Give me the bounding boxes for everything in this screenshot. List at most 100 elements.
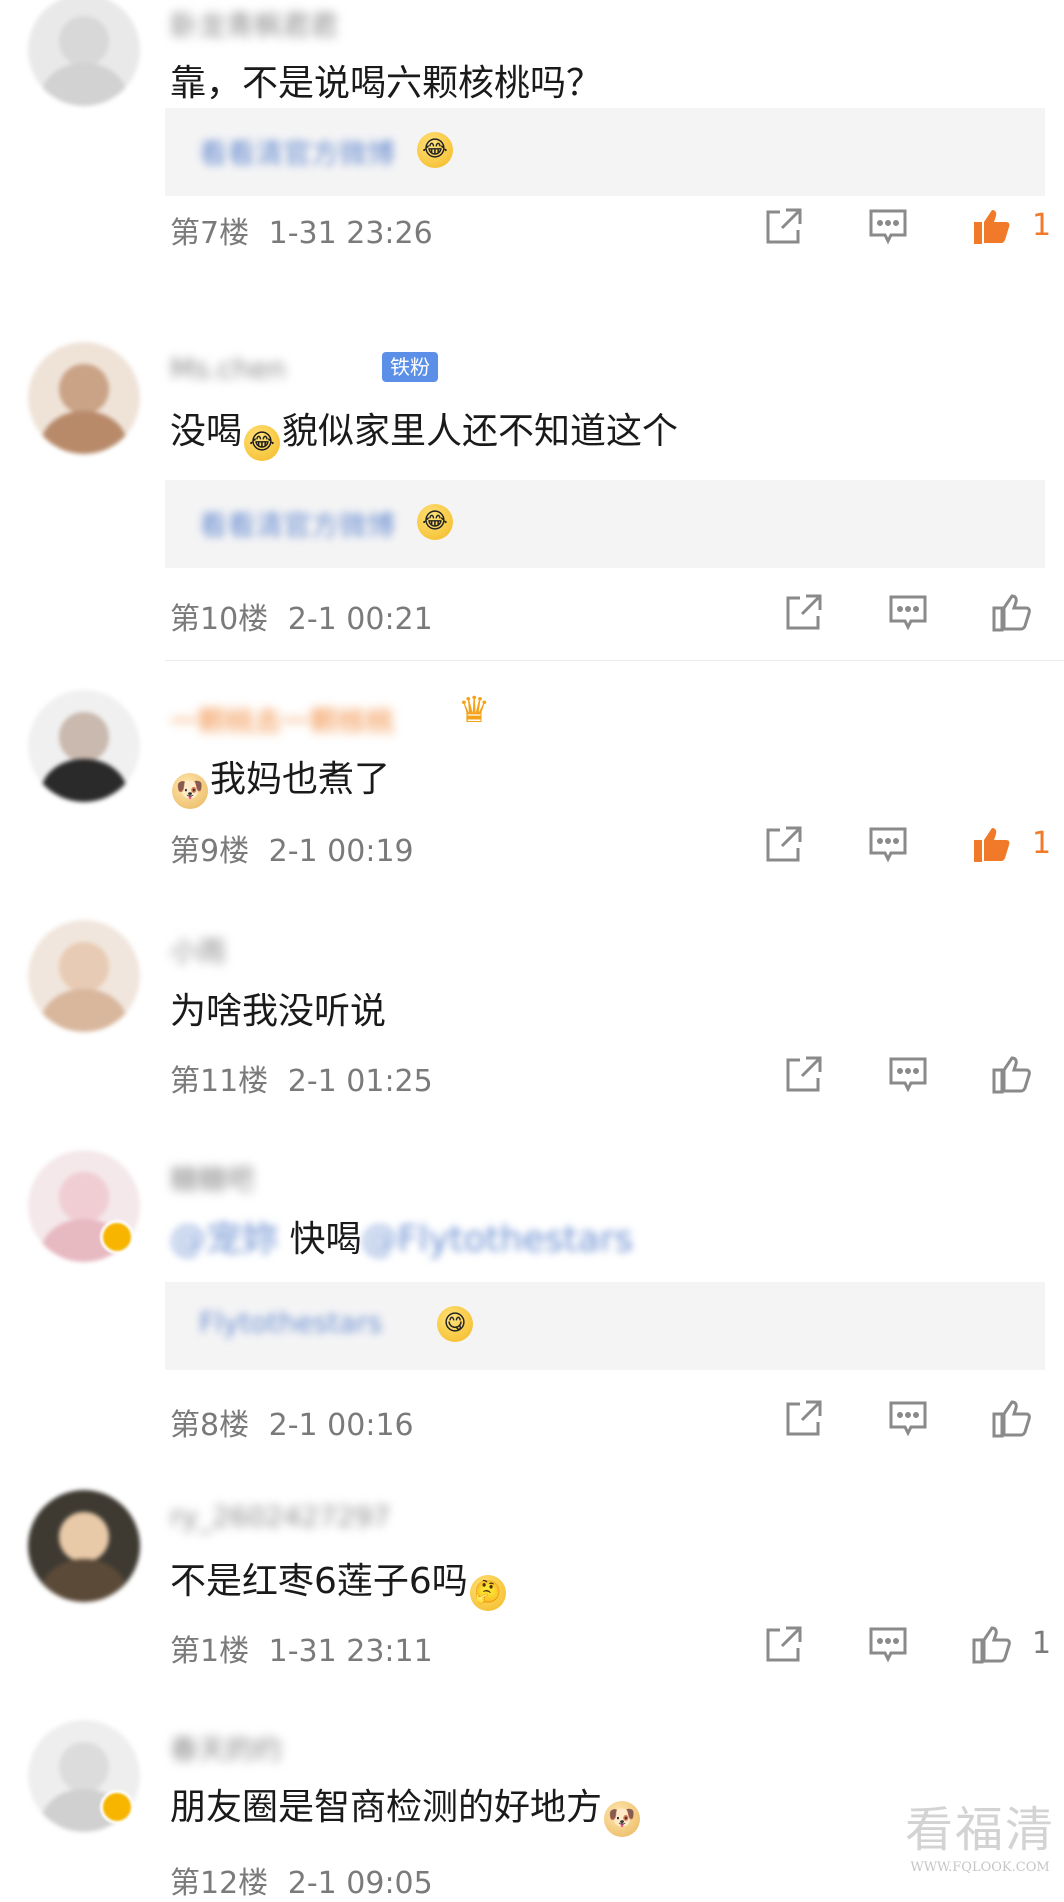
like-count: 1 (1032, 826, 1052, 861)
comment-item: 小雨 为啥我没听说 第11楼 2-1 01:25 (0, 920, 1064, 1120)
like-button[interactable] (990, 1396, 1034, 1440)
like-button[interactable] (990, 590, 1034, 634)
thumbs-up-icon (992, 1056, 1031, 1094)
laugh-cry-emoji: 😂 (244, 425, 281, 461)
comment-item: ry_2602427297 不是红枣6莲子6吗 🤔 第1楼 1-31 23:11 … (0, 1490, 1064, 1690)
floor-number: 第10楼 (170, 602, 269, 637)
comment-icon (869, 827, 907, 863)
comment-text: 不是红枣6莲子6吗 🤔 (170, 1552, 508, 1611)
username[interactable]: Ms.chen (170, 352, 286, 386)
comment-text-part: 朋友圈是智商检测的好地方 (170, 1787, 603, 1828)
username[interactable]: 春天的约 (170, 1728, 282, 1766)
timestamp: 2-1 09:05 (287, 1866, 433, 1901)
mention-link[interactable]: @宠妳 (170, 1219, 278, 1260)
floor-number: 第9楼 (170, 834, 250, 869)
doge-emoji: 🐶 (604, 1801, 641, 1837)
watermark-logo: 看福清 (904, 1802, 1055, 1858)
username[interactable]: 一颗桃去一颗核桃 (170, 700, 394, 738)
reply-button[interactable] (886, 1052, 930, 1096)
username[interactable]: 小雨 (170, 930, 226, 968)
avatar[interactable] (28, 690, 140, 802)
reply-button[interactable] (886, 590, 930, 634)
share-icon (766, 208, 802, 244)
avatar[interactable] (28, 920, 140, 1032)
thumbs-up-icon (974, 210, 1010, 244)
timestamp: 2-1 00:16 (268, 1408, 414, 1443)
comment-item: 一颗桃去一颗核桃 ♛ 🐶 我妈也煮了 第9楼 2-1 00:19 1 (0, 690, 1064, 890)
timestamp: 2-1 00:21 (287, 602, 433, 637)
mention-link[interactable]: @Flytothestars (361, 1219, 633, 1260)
floor-number: 第11楼 (170, 1064, 269, 1099)
comment-meta: 第10楼 2-1 00:21 (170, 594, 433, 638)
comment-icon (869, 1627, 907, 1663)
reply-preview[interactable]: 看看清官方微博 😂 (165, 480, 1045, 568)
username[interactable]: ry_2602427297 (170, 1500, 390, 1534)
verified-icon (100, 1220, 134, 1254)
comment-icon (869, 209, 907, 245)
thinking-emoji: 🤔 (469, 1575, 506, 1611)
comment-item: 糖糖吧 @宠妳 快喝@Flytothestars Flytothestars 😋… (0, 1150, 1064, 1450)
comment-icon (889, 595, 927, 631)
reply-button[interactable] (866, 204, 910, 248)
laugh-cry-emoji: 😂 (417, 504, 453, 540)
like-button[interactable] (970, 204, 1014, 248)
comment-text: 为啥我没听说 (170, 991, 387, 1032)
comment-item: 卧龙青枫君君 靠，不是说喝六颗核桃吗？ 看看清官方微博 😂 第7楼 1-31 2… (0, 0, 1064, 260)
crown-icon: ♛ (458, 690, 491, 731)
thumbs-up-icon (972, 1626, 1011, 1664)
share-icon (766, 826, 802, 862)
share-icon (766, 1626, 802, 1662)
comment-text: 靠，不是说喝六颗核桃吗？ (170, 63, 603, 104)
like-count: 1 (1032, 1626, 1052, 1661)
timestamp: 1-31 23:26 (268, 216, 433, 251)
reply-author: 看看清官方微博 (199, 137, 396, 170)
comment-text: 朋友圈是智商检测的好地方 🐶 (170, 1778, 642, 1837)
comment-text-part: 我妈也煮了 (210, 759, 391, 800)
watermark-url: WWW.FQLOOK.COM (910, 1860, 1050, 1875)
reply-button[interactable] (886, 1396, 930, 1440)
share-button[interactable] (782, 1052, 826, 1096)
like-button[interactable] (970, 1622, 1014, 1666)
comment-text-part: 貌似家里人还不知道这个 (282, 411, 679, 452)
comment-icon (889, 1057, 927, 1093)
floor-number: 第8楼 (170, 1408, 250, 1443)
comment-text: @宠妳 快喝@Flytothestars (170, 1210, 633, 1262)
reply-button[interactable] (866, 822, 910, 866)
share-icon (786, 1056, 822, 1092)
comment-meta: 第8楼 2-1 00:16 (170, 1400, 414, 1444)
avatar[interactable] (28, 0, 140, 106)
comment-icon (889, 1401, 927, 1437)
verified-icon (100, 1790, 134, 1824)
yum-emoji: 😋 (437, 1306, 473, 1342)
comment-text: 没喝 😂 貌似家里人还不知道这个 (170, 402, 678, 461)
comment-text-part: 没喝 (170, 411, 243, 452)
reply-author: Flytothestars (199, 1306, 383, 1339)
share-button[interactable] (782, 1396, 826, 1440)
reply-preview[interactable]: Flytothestars 😋 (165, 1282, 1045, 1370)
comment-meta: 第12楼 2-1 09:05 (170, 1858, 433, 1902)
share-button[interactable] (762, 1622, 806, 1666)
reply-preview[interactable]: 看看清官方微博 😂 (165, 108, 1045, 196)
avatar[interactable] (28, 342, 140, 454)
username[interactable]: 糖糖吧 (170, 1158, 254, 1196)
share-button[interactable] (762, 822, 806, 866)
share-button[interactable] (782, 590, 826, 634)
comment-meta: 第1楼 1-31 23:11 (170, 1626, 433, 1670)
like-button[interactable] (970, 822, 1014, 866)
divider (165, 660, 1064, 661)
fan-badge: 铁粉 (382, 352, 438, 382)
like-button[interactable] (990, 1052, 1034, 1096)
comment-text-part: 快喝 (289, 1219, 362, 1260)
reply-button[interactable] (866, 1622, 910, 1666)
watermark: 看福清 WWW.FQLOOK.COM (900, 1790, 1060, 1875)
timestamp: 1-31 23:11 (268, 1634, 433, 1669)
username[interactable]: 卧龙青枫君君 (170, 4, 338, 42)
share-icon (786, 1400, 822, 1436)
laugh-cry-emoji: 😂 (417, 132, 453, 168)
avatar[interactable] (28, 1490, 140, 1602)
thumbs-up-icon (992, 1400, 1031, 1438)
comment-meta: 第9楼 2-1 00:19 (170, 826, 414, 870)
comment-meta: 第7楼 1-31 23:26 (170, 208, 433, 252)
share-button[interactable] (762, 204, 806, 248)
comment-text: 🐶 我妈也煮了 (170, 750, 390, 809)
